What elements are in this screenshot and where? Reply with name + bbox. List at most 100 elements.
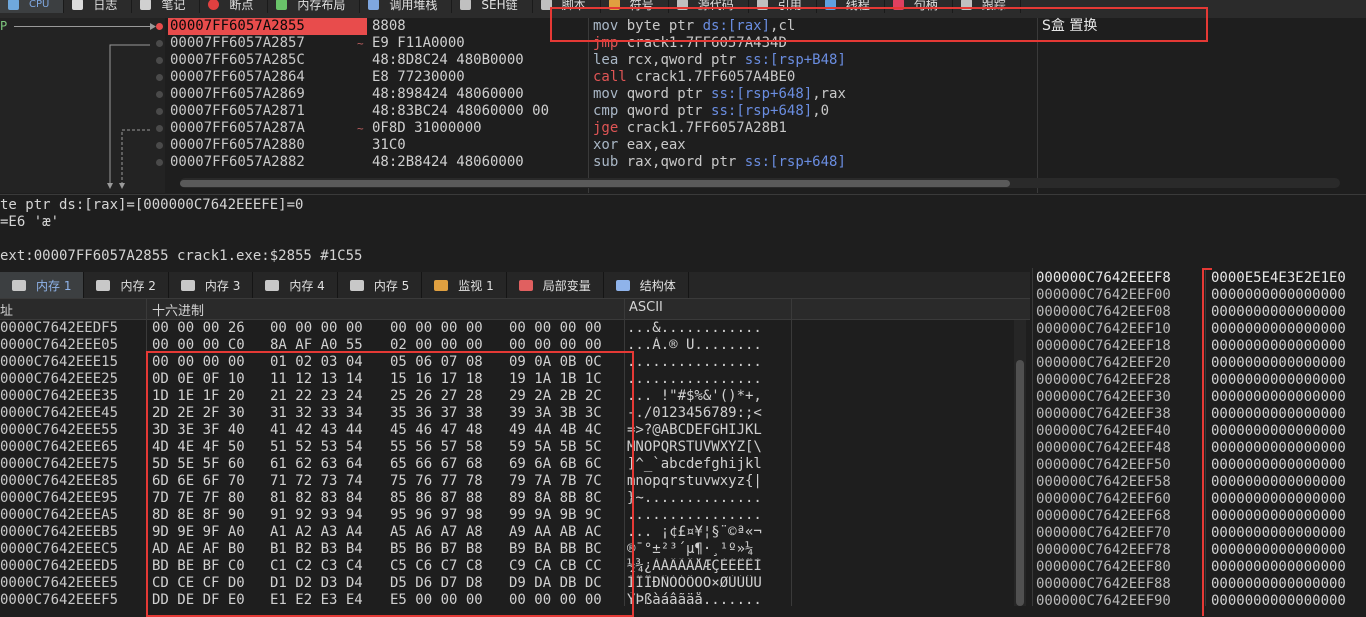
breakpoint-dot-icon[interactable] [156,40,163,47]
tab-cpu[interactable]: CPU [0,0,65,13]
stack-row[interactable]: 000000C7642EEF00 0000000000000000 [1033,287,1366,304]
tab-memory-map[interactable]: 内存布局 [268,0,361,13]
operand: crack1.7FF6057A28B1 [626,120,787,136]
dump-hex-group: 00 00 00 00 [390,320,483,336]
stack-row[interactable]: 000000C7642EEF50 0000000000000000 [1033,457,1366,474]
breakpoint-dot-icon[interactable] [156,74,163,81]
dump-tab-bar: 内存 1 内存 2 内存 3 内存 4 内存 5 监视 1 局部变量 结构体 [0,272,1030,299]
tab-trace[interactable]: 跟踪 [953,0,1021,13]
stack-row[interactable]: 000000C7642EEF10 0000000000000000 [1033,321,1366,338]
dump-scroll-thumb[interactable] [1016,360,1024,606]
stack-row[interactable]: 000000C7642EEF68 0000000000000000 [1033,508,1366,525]
dump-ascii: ½¾¿ÀÁÂÃÄÅÆÇÈÉÊËÌ [627,558,762,574]
breakpoint-dot-icon[interactable] [156,57,163,64]
breakpoint-dot-icon[interactable] [156,159,163,166]
dump-hex-group: A5 A6 A7 A8 [390,524,483,540]
tab-内存-4[interactable]: 内存 4 [253,272,338,298]
disasm-row[interactable]: 00007FF6057A2880 31C0 xor eax,eax [0,137,1366,154]
tab-script[interactable]: 脚本 [533,0,601,13]
dump-address: 0000C7642EEE35 [0,388,119,404]
tab-局部变量[interactable]: 局部变量 [507,272,604,298]
cpu-icon [8,0,19,10]
tab-监视-1[interactable]: 监视 1 [422,272,507,298]
tab-handles[interactable]: 句柄 [885,0,953,13]
dump-ascii: =>?@ABCDEFGHIJKL [627,422,762,438]
disasm-bytes: 8808 [372,18,406,34]
breakpoint-dot-icon[interactable] [156,142,163,149]
dump-hex-group: 00 00 00 00 [509,592,602,608]
dump-hex-group: 15 16 17 18 [390,371,483,387]
disasm-row[interactable]: 00007FF6057A287A ~0F8D 31000000 jge crack1… [0,120,1366,137]
tab-notes[interactable]: 笔记 [132,0,201,13]
memory-dump-view[interactable]: 址 十六进制 ASCII 0000C7642EEDF5 00 00 00 26 00… [0,299,1030,608]
stack-row[interactable]: 000000C7642EEF18 0000000000000000 [1033,338,1366,355]
stack-address: 000000C7642EEEF8 [1036,270,1171,286]
stack-value: 0000000000000000 [1211,457,1346,473]
stack-value: 0000000000000000 [1211,474,1346,490]
tab-threads[interactable]: 线程 [817,0,885,13]
stack-view[interactable]: 000000C7642EEEF8 0000E5E4E3E2E1E0 000000C7… [1032,268,1366,609]
notes-icon [140,0,152,10]
tab-label: 结构体 [639,278,676,293]
disasm-row[interactable]: 00007FF6057A285C 48:8D8C24 480B0000 lea rc… [0,52,1366,69]
stack-address: 000000C7642EEF60 [1036,491,1171,507]
tab-内存-5[interactable]: 内存 5 [338,272,423,298]
tab-内存-1[interactable]: 内存 1 [0,272,85,298]
mnemonic: xor [593,137,619,153]
dump-ascii: ...À.® U........ [627,337,762,353]
stack-row[interactable]: 000000C7642EEF38 0000000000000000 [1033,406,1366,423]
stack-row[interactable]: 000000C7642EEF28 0000000000000000 [1033,372,1366,389]
disasm-row[interactable]: 00007FF6057A2857 ~ E9 F11A0000 jmp crack1.7… [0,35,1366,52]
disasm-bytes: 48:83BC24 48060000 00 [372,103,550,119]
operand: ,rax [812,86,846,102]
breakpoint-dot-icon[interactable] [156,91,163,98]
stack-row[interactable]: 000000C7642EEF48 0000000000000000 [1033,440,1366,457]
tab-seh[interactable]: SEH链 [452,0,533,13]
tab-references[interactable]: 引用 [749,0,817,13]
disasm-row[interactable]: 00007FF6057A2871 48:83BC24 48060000 00 cmp… [0,103,1366,120]
stack-row[interactable]: 000000C7642EEF60 0000000000000000 [1033,491,1366,508]
disasm-row[interactable]: 00007FF6057A2869 48:898424 48060000 mov qw… [0,86,1366,103]
stack-row[interactable]: 000000C7642EEF30 0000000000000000 [1033,389,1366,406]
stack-address: 000000C7642EEF48 [1036,440,1171,456]
tab-label: 引用 [777,0,802,12]
tab-call-stack[interactable]: 调用堆栈 [360,0,453,13]
disasm-row[interactable]: 00007FF6057A2864 E8 77230000 call crack1.7… [0,69,1366,86]
stack-value: 0000000000000000 [1211,304,1346,320]
tab-label: 内存 3 [204,278,241,293]
tab-内存-3[interactable]: 内存 3 [169,272,254,298]
stack-row[interactable]: 000000C7642EEF40 0000000000000000 [1033,423,1366,440]
tab-breakpoint[interactable]: 断点 [200,0,269,13]
stack-row[interactable]: 000000C7642EEF78 0000000000000000 [1033,542,1366,559]
dump-header-ascii: ASCII [629,300,663,315]
disasm-row[interactable]: 00007FF6057A2855 8808 mov byte ptr ds:[rax… [0,18,1366,35]
tab-symbols[interactable]: 符号 [601,0,669,13]
breakpoint-dot-icon[interactable] [156,23,163,30]
breakpoint-dot-icon[interactable] [156,125,163,132]
dump-hex-group: BD BE BF C0 [152,558,245,574]
stack-row[interactable]: 000000C7642EEEF8 0000E5E4E3E2E1E0 [1033,270,1366,287]
tab-结构体[interactable]: 结构体 [604,272,689,298]
handles-icon [892,0,904,10]
dump-address: 0000C7642EEE95 [0,490,119,506]
tab-source[interactable]: 源代码 [669,0,749,13]
stack-row[interactable]: 000000C7642EEF08 0000000000000000 [1033,304,1366,321]
seh-icon [460,0,472,10]
tab-内存-2[interactable]: 内存 2 [84,272,169,298]
disassembly-view[interactable]: P 00007FF6057A2855 8808 mov byte ptr ds:[r… [0,18,1366,193]
dump-ascii: }~.............. [627,490,762,506]
dump-address: 0000C7642EEE55 [0,422,119,438]
stack-row[interactable]: 000000C7642EEF90 0000000000000000 [1033,593,1366,610]
disasm-row[interactable]: 00007FF6057A2882 48:2B8424 48060000 sub ra… [0,154,1366,171]
stack-row[interactable]: 000000C7642EEF58 0000000000000000 [1033,474,1366,491]
stack-row[interactable]: 000000C7642EEF20 0000000000000000 [1033,355,1366,372]
stack-row[interactable]: 000000C7642EEF70 0000000000000000 [1033,525,1366,542]
tab-log[interactable]: 日志 [64,0,133,13]
column-divider [588,18,589,193]
breakpoint-dot-icon[interactable] [156,108,163,115]
dump-hex-group: 0D 0E 0F 10 [152,371,245,387]
disasm-scroll-thumb[interactable] [180,180,1010,187]
stack-address: 000000C7642EEF50 [1036,457,1171,473]
stack-row[interactable]: 000000C7642EEF88 0000000000000000 [1033,576,1366,593]
stack-row[interactable]: 000000C7642EEF80 0000000000000000 [1033,559,1366,576]
